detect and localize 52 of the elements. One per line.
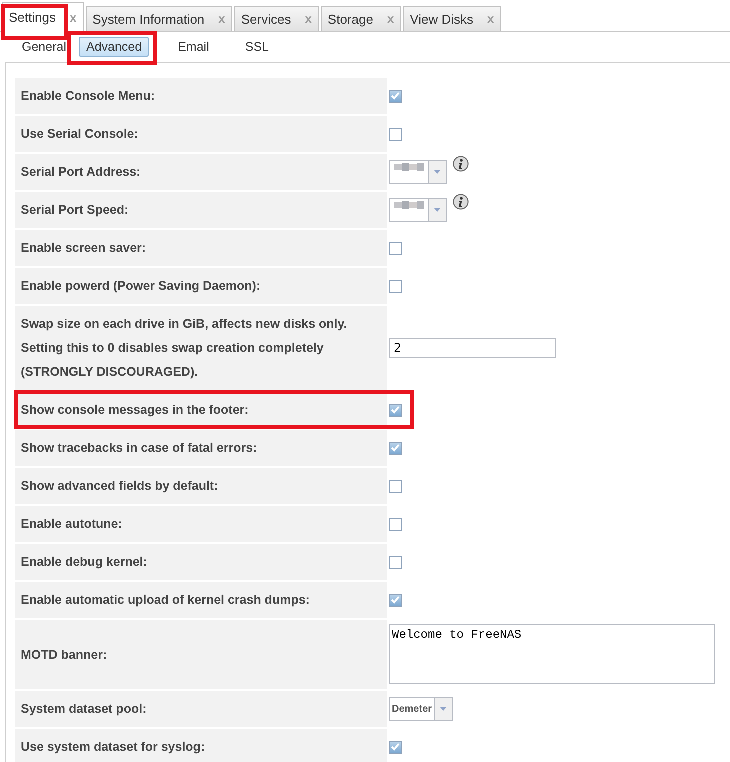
field-label: Swap size on each drive in GiB, affects new disks only. Setting this to 0 disables swap creation completely (STRONGLY DISCOURAGED).	[15, 306, 387, 390]
tab[interactable]: System Information x	[86, 6, 232, 31]
subtab[interactable]: Email	[171, 37, 216, 57]
checkbox[interactable]	[389, 280, 402, 292]
field-label: Enable screen saver:	[15, 230, 387, 266]
info-icon[interactable]	[453, 156, 469, 172]
field-label: Show advanced fields by default:	[15, 468, 387, 504]
tab-label: Services	[241, 12, 292, 26]
tab-label: Settings	[9, 10, 56, 25]
dropdown[interactable]	[389, 198, 447, 222]
checkbox[interactable]	[389, 242, 402, 254]
field-label: Enable powerd (Power Saving Daemon):	[15, 268, 387, 304]
field-label: Show tracebacks in case of fatal errors:	[15, 430, 387, 466]
checkbox[interactable]	[389, 90, 402, 102]
caret-icon	[434, 208, 441, 212]
checkbox[interactable]	[389, 404, 402, 416]
tab-label: Storage	[328, 12, 374, 26]
subtab[interactable]: Advanced	[79, 37, 150, 57]
field-label: Enable automatic upload of kernel crash dumps:	[15, 582, 387, 618]
field-label: Use system dataset for syslog:	[15, 729, 387, 762]
tab-label: System Information	[92, 12, 205, 26]
input-field[interactable]: 2	[389, 338, 556, 358]
checkbox[interactable]	[389, 518, 402, 530]
checkbox[interactable]	[389, 480, 402, 492]
dropdown[interactable]	[389, 160, 447, 184]
blurred-value	[394, 199, 424, 211]
tab[interactable]: Services x	[234, 6, 319, 31]
caret-icon	[440, 707, 448, 711]
checkbox[interactable]	[389, 442, 402, 454]
checkbox[interactable]	[389, 740, 402, 754]
field-label: Serial Port Speed:	[15, 192, 387, 228]
blurred-value	[394, 161, 424, 173]
field-label: Enable autotune:	[15, 506, 387, 542]
tab-label: View Disks	[410, 12, 474, 26]
info-icon[interactable]	[453, 194, 469, 210]
checkbox[interactable]	[389, 128, 402, 140]
dropdown-value: Demeter	[391, 702, 434, 716]
caret-icon	[434, 170, 441, 174]
field-label: Enable debug kernel:	[15, 544, 387, 580]
text-area[interactable]: Welcome to FreeNAS	[389, 624, 715, 684]
field-label: Enable Console Menu:	[15, 78, 387, 114]
field-label: MOTD banner:	[15, 620, 387, 689]
field-label: System dataset pool:	[15, 691, 387, 727]
checkbox[interactable]	[389, 594, 402, 606]
dropdown[interactable]: Demeter	[389, 697, 454, 721]
tab[interactable]: View Disks x	[403, 6, 502, 31]
checkbox[interactable]	[389, 556, 402, 568]
field-label: Use Serial Console:	[15, 116, 387, 152]
subtab[interactable]: SSL	[238, 37, 276, 57]
subtab[interactable]: General	[15, 37, 74, 57]
tab[interactable]: Storage x	[320, 6, 402, 31]
field-label: Serial Port Address:	[15, 154, 387, 190]
